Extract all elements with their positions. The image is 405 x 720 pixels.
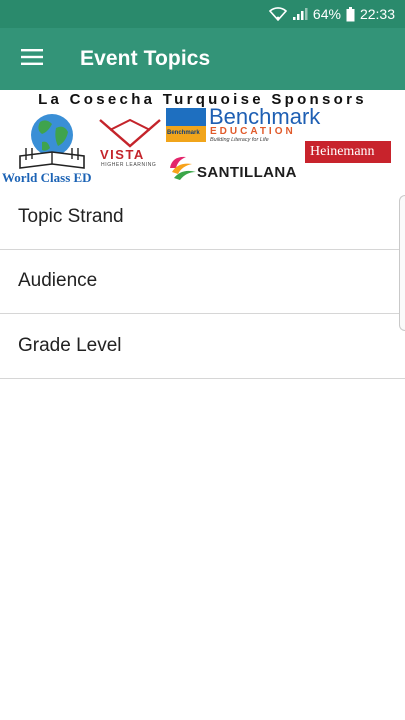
battery-icon xyxy=(346,6,355,22)
wifi-icon xyxy=(268,7,287,21)
heinemann-text: Heinemann xyxy=(310,144,375,159)
battery-level: 64% xyxy=(312,6,341,22)
list-item-label: Audience xyxy=(18,270,98,292)
signal-icon xyxy=(292,7,308,21)
santillana-logo: SANTILLANA xyxy=(168,154,304,184)
menu-button[interactable] xyxy=(0,28,64,90)
sponsor-banner: La Cosecha Turquoise Sponsors World Clas… xyxy=(0,90,405,185)
list-item-topic-strand[interactable]: Topic Strand xyxy=(0,185,405,250)
vista-logo: VISTA HIGHER LEARNING xyxy=(98,116,162,168)
clock: 22:33 xyxy=(359,6,395,22)
world-class-ed-text: World Class ED xyxy=(2,170,92,185)
list-item-audience[interactable]: Audience xyxy=(0,250,405,314)
page-title: Event Topics xyxy=(80,47,211,70)
vista-subtext: HIGHER LEARNING xyxy=(101,162,157,168)
edge-panel-handle[interactable] xyxy=(399,195,405,331)
benchmark-education-text: EDUCATION xyxy=(210,126,296,137)
vista-text: VISTA xyxy=(100,147,145,162)
heinemann-logo: Heinemann xyxy=(305,141,391,163)
list-item-grade-level[interactable]: Grade Level xyxy=(0,314,405,379)
vista-v-icon xyxy=(99,118,161,148)
list-item-label: Topic Strand xyxy=(18,205,124,227)
world-class-ed-logo: World Class ED xyxy=(2,112,102,185)
benchmark-badge-text: Benchmark xyxy=(167,130,200,136)
topic-list: Topic Strand Audience Grade Level xyxy=(0,185,405,379)
benchmark-badge: Benchmark xyxy=(166,108,206,142)
list-item-label: Grade Level xyxy=(18,334,122,356)
globe-book-icon xyxy=(19,114,85,169)
status-bar: 64% 22:33 xyxy=(0,0,405,28)
app-bar: Event Topics xyxy=(0,28,405,90)
santillana-swirl-icon xyxy=(170,156,196,180)
santillana-text: SANTILLANA xyxy=(197,164,297,181)
hamburger-menu-icon xyxy=(21,48,43,70)
benchmark-education-logo: Benchmark Benchmark EDUCATION Building L… xyxy=(166,104,338,146)
benchmark-tagline: Building Literacy for Life xyxy=(210,137,269,143)
